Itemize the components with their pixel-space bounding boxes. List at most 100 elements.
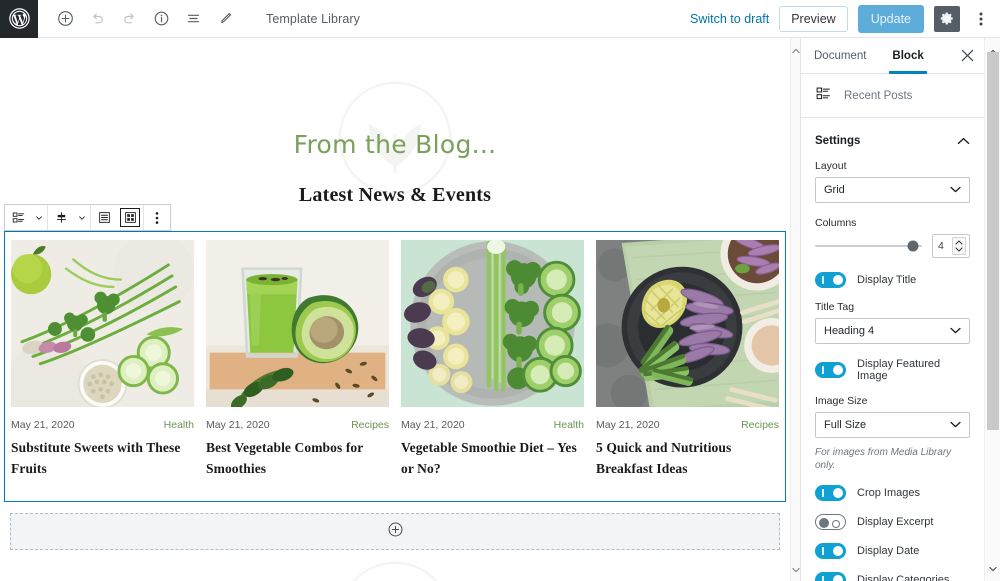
chevron-down-icon	[950, 419, 961, 431]
layout-label: Layout	[815, 160, 847, 172]
display-date-switch[interactable]	[815, 543, 846, 559]
add-block-button[interactable]	[50, 4, 80, 34]
update-button[interactable]: Update	[857, 4, 924, 33]
scroll-down-icon[interactable]	[989, 559, 997, 577]
post-card[interactable]: May 21, 2020 Health Substitute Sweets wi…	[5, 240, 200, 501]
display-date-toggle[interactable]: Display Date	[815, 543, 970, 559]
switch-to-draft-button[interactable]: Switch to draft	[690, 12, 769, 26]
scroll-up-icon[interactable]	[792, 41, 800, 59]
kebab-vertical-icon[interactable]	[144, 205, 170, 230]
post-card[interactable]: May 21, 2020 Health Vegetable Smoothie D…	[395, 240, 590, 501]
title-tag-select[interactable]: Heading 4	[815, 318, 970, 344]
columns-slider-thumb[interactable]	[907, 240, 919, 252]
redo-button[interactable]	[114, 4, 144, 34]
columns-stepper-arrows[interactable]	[952, 237, 966, 255]
settings-panel-body: Layout Grid Columns 4 Display Title Titl…	[801, 160, 984, 581]
undo-button[interactable]	[82, 4, 112, 34]
columns-field: Columns 4	[815, 217, 970, 258]
chevron-up-icon[interactable]	[957, 132, 970, 150]
display-featured-image-switch[interactable]	[815, 362, 846, 378]
post-date: May 21, 2020	[596, 419, 660, 431]
post-grid: May 21, 2020 Health Substitute Sweets wi…	[5, 232, 785, 501]
leaf-logo-watermark-bottom-icon	[335, 558, 455, 581]
chevron-down-icon[interactable]	[74, 205, 90, 230]
display-title-switch[interactable]	[815, 272, 846, 288]
title-tag-field: Title Tag Heading 4	[815, 301, 970, 344]
crop-images-switch[interactable]	[815, 485, 846, 501]
display-excerpt-toggle[interactable]: Display Excerpt	[815, 514, 970, 530]
display-title-toggle[interactable]: Display Title	[815, 272, 970, 288]
blog-eyebrow-heading: From the Blog...	[293, 130, 497, 159]
sidebar-scrollbar-thumb[interactable]	[987, 52, 999, 430]
edit-mode-button[interactable]	[210, 4, 240, 34]
layout-select[interactable]: Grid	[815, 177, 970, 203]
grid-view-icon[interactable]	[117, 205, 143, 230]
columns-stepper[interactable]: 4	[932, 234, 970, 258]
display-categories-label: Display Categories	[857, 574, 950, 581]
post-date: May 21, 2020	[206, 419, 270, 431]
list-view-icon[interactable]	[91, 205, 117, 230]
post-meta: May 21, 2020 Recipes	[596, 419, 779, 431]
block-appender[interactable]	[10, 513, 780, 550]
align-center-icon[interactable]	[48, 205, 74, 230]
wordpress-block-editor: Template Library Switch to draft Preview…	[0, 0, 1000, 581]
sidebar-tabs: Document Block	[801, 38, 984, 74]
block-navigation-button[interactable]	[178, 4, 208, 34]
settings-panel-header[interactable]: Settings	[801, 118, 984, 160]
view-mode-group	[91, 205, 144, 230]
post-category[interactable]: Recipes	[741, 419, 779, 431]
content-info-button[interactable]	[146, 4, 176, 34]
post-category[interactable]: Health	[554, 419, 584, 431]
close-icon[interactable]	[950, 38, 984, 73]
wordpress-logo-icon[interactable]	[0, 0, 38, 38]
layout-field: Layout Grid	[815, 160, 970, 203]
chevron-down-icon	[950, 325, 961, 337]
post-title[interactable]: Vegetable Smoothie Diet – Yes or No?	[401, 438, 584, 480]
gear-icon[interactable]	[934, 5, 960, 32]
latest-posts-block-icon	[815, 85, 832, 107]
columns-label: Columns	[815, 217, 857, 229]
tab-document[interactable]: Document	[801, 38, 879, 73]
crop-images-toggle[interactable]: Crop Images	[815, 485, 970, 501]
editor-body: From the Blog... Latest News & Events Ma…	[0, 38, 1000, 581]
tab-block[interactable]: Block	[879, 38, 936, 74]
post-category[interactable]: Health	[164, 419, 194, 431]
scroll-down-icon[interactable]	[792, 560, 800, 578]
title-tag-label: Title Tag	[815, 301, 855, 313]
more-menu-button[interactable]	[970, 6, 992, 32]
latest-posts-block-icon[interactable]	[5, 205, 31, 230]
block-toolbar	[4, 204, 171, 231]
post-card[interactable]: May 21, 2020 Recipes Best Vegetable Comb…	[200, 240, 395, 501]
post-title[interactable]: Best Vegetable Combos for Smoothies	[206, 438, 389, 480]
plus-circle-icon[interactable]	[387, 521, 404, 543]
post-thumbnail-green-smoothie-glass-with-avocado[interactable]	[206, 240, 389, 407]
display-categories-switch[interactable]	[815, 572, 846, 581]
post-thumbnail-black-plate-avocado-red-onion-cucumber[interactable]	[596, 240, 779, 407]
post-title[interactable]: 5 Quick and Nutritious Breakfast Ideas	[596, 438, 779, 480]
columns-value: 4	[938, 240, 944, 252]
post-title[interactable]: Substitute Sweets with These Fruits	[11, 438, 194, 480]
display-date-label: Display Date	[857, 545, 920, 557]
post-card[interactable]: May 21, 2020 Recipes 5 Quick and Nutriti…	[590, 240, 785, 501]
block-type-group	[5, 205, 48, 230]
latest-posts-block[interactable]: May 21, 2020 Health Substitute Sweets wi…	[4, 231, 786, 502]
post-date: May 21, 2020	[11, 419, 75, 431]
post-category[interactable]: Recipes	[351, 419, 389, 431]
preview-button[interactable]: Preview	[779, 5, 848, 32]
post-thumbnail-gray-plate-vegetables-on-mint-background[interactable]	[401, 240, 584, 407]
display-categories-toggle[interactable]: Display Categories	[815, 572, 970, 581]
post-date: May 21, 2020	[401, 419, 465, 431]
image-size-select[interactable]: Full Size	[815, 412, 970, 438]
layout-value: Grid	[824, 184, 845, 196]
display-title-label: Display Title	[857, 274, 917, 286]
alignment-group	[48, 205, 91, 230]
display-excerpt-switch[interactable]	[815, 514, 846, 530]
columns-slider[interactable]	[815, 240, 922, 252]
header-tools: Template Library	[38, 4, 360, 34]
canvas-scrollbar[interactable]	[790, 38, 800, 581]
settings-sidebar: Document Block Recent Posts Settings Lay…	[800, 38, 1000, 581]
display-featured-image-toggle[interactable]: Display Featured Image	[815, 358, 970, 382]
post-thumbnail-green-apple-scallions-broccoli-flatlay[interactable]	[11, 240, 194, 407]
sidebar-scrollbar[interactable]	[984, 38, 1000, 581]
chevron-down-icon[interactable]	[31, 205, 47, 230]
